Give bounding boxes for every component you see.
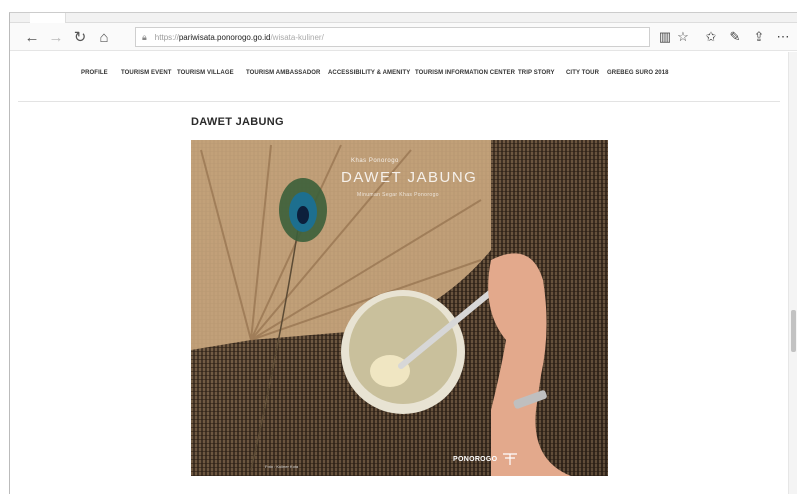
lock-icon: 🔒︎	[142, 31, 147, 42]
menu-item-city-tour[interactable]: CITY TOUR	[566, 70, 599, 76]
browser-toolbar: ← → ↻ ⌂ 🔒︎ https://pariwisata.ponorogo.g…	[10, 23, 797, 51]
menu-item-tourism-event[interactable]: TOURISM EVENT	[121, 70, 172, 76]
menu-item-accessibility-amenity[interactable]: ACCESSIBILITY & AMENITY	[328, 70, 410, 76]
menu-item-trip-story[interactable]: TRIP STORY	[518, 70, 555, 76]
feather-eye-core	[297, 206, 309, 224]
photo-caption-large: DAWET JABUNG	[341, 169, 478, 186]
page-title: DAWET JABUNG	[191, 116, 284, 128]
menu-item-grebeg-suro[interactable]: GREBEG SURO 2018	[607, 70, 669, 76]
menu-item-tourism-information-center[interactable]: TOURISM INFORMATION CENTER	[415, 70, 515, 76]
browser-window: ← → ↻ ⌂ 🔒︎ https://pariwisata.ponorogo.g…	[9, 12, 797, 494]
ponorogo-logo-mark	[503, 453, 517, 465]
menu-item-tourism-village[interactable]: TOURISM VILLAGE	[177, 70, 234, 76]
address-host: pariwisata.ponorogo.go.id	[178, 32, 271, 42]
menu-item-tourism-ambassador[interactable]: TOURISM AMBASSADOR	[246, 70, 320, 76]
hand	[488, 253, 571, 476]
menu-divider	[18, 101, 780, 102]
photo-caption-sub: Minuman Segar Khas Ponorogo	[357, 192, 439, 198]
web-page: PROFILE TOURISM EVENT TOURISM VILLAGE TO…	[10, 52, 789, 494]
address-scheme: https://	[154, 32, 179, 42]
dawet-photo: Khas Ponorogo DAWET JABUNG Minuman Segar…	[191, 140, 608, 476]
back-icon[interactable]: ←	[22, 27, 42, 47]
home-icon[interactable]: ⌂	[94, 27, 114, 47]
photo-credit: Foto : Kuliner Kota	[265, 464, 299, 469]
scrollbar-thumb[interactable]	[791, 310, 796, 352]
refresh-icon[interactable]: ↻	[70, 27, 90, 47]
more-icon[interactable]: ⋯	[774, 27, 792, 47]
reading-view-icon[interactable]: ▥	[656, 27, 674, 47]
address-path: /wisata-kuliner/	[270, 32, 324, 42]
dawet-drink	[349, 296, 457, 404]
forward-icon[interactable]: →	[46, 27, 66, 47]
share-icon[interactable]: ⇪	[750, 27, 768, 47]
menu-item-profile[interactable]: PROFILE	[81, 70, 108, 76]
page-scrollbar[interactable]	[788, 52, 797, 494]
ponorogo-logo: PONOROGO	[453, 456, 498, 463]
favorite-icon[interactable]: ☆	[674, 27, 692, 47]
photo-caption-small: Khas Ponorogo	[351, 158, 399, 164]
favorites-icon[interactable]: ✩	[702, 27, 720, 47]
photo-illustration	[191, 140, 571, 476]
main-menu: PROFILE TOURISM EVENT TOURISM VILLAGE TO…	[10, 70, 789, 86]
tab-strip	[10, 13, 797, 23]
pen-icon[interactable]: ✎	[726, 27, 744, 47]
active-tab[interactable]	[30, 13, 66, 23]
address-bar[interactable]: 🔒︎ https://pariwisata.ponorogo.go.id/wis…	[135, 27, 650, 47]
